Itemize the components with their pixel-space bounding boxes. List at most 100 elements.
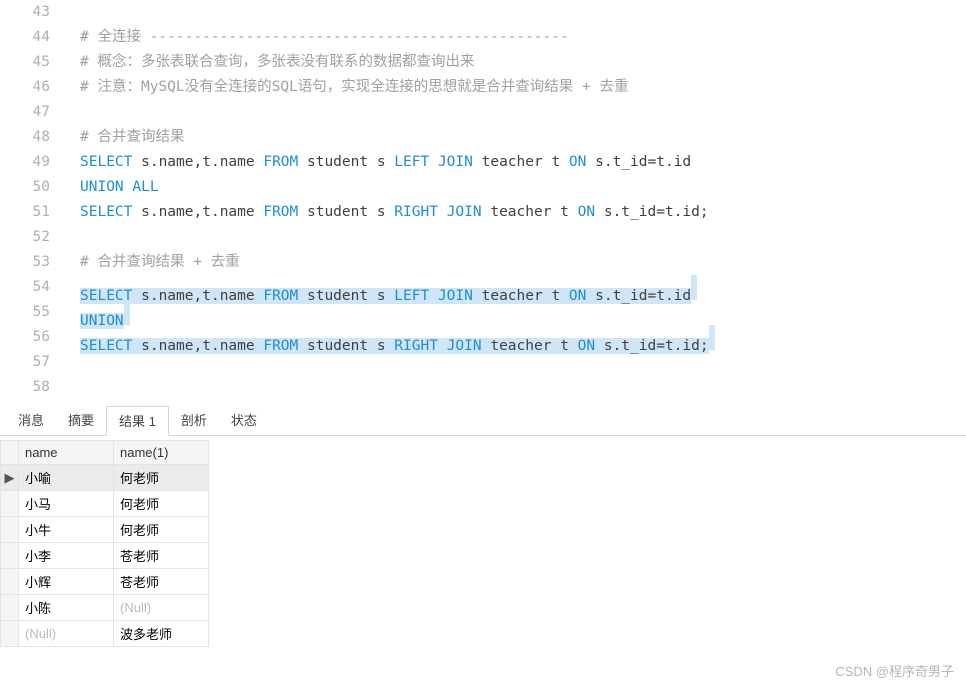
sql-keyword: JOIN: [438, 154, 473, 170]
cell[interactable]: 小牛: [19, 517, 114, 543]
grid-header-row: namename(1): [1, 441, 209, 465]
line-number: 49: [0, 150, 62, 175]
code-line[interactable]: 56SELECT s.name,t.name FROM student s RI…: [0, 325, 966, 350]
code-content[interactable]: # 合并查询结果: [62, 125, 966, 150]
code-editor[interactable]: 4344# 全连接 ------------------------------…: [0, 0, 966, 400]
sql-keyword: ON: [569, 154, 586, 170]
cell[interactable]: (Null): [114, 595, 209, 621]
sql-keyword: FROM: [263, 204, 298, 220]
cell[interactable]: 何老师: [114, 465, 209, 491]
code-content[interactable]: # 注意：MySQL没有全连接的SQL语句，实现全连接的思想就是合并查询结果 +…: [62, 75, 966, 100]
sql-keyword: SELECT: [80, 204, 132, 220]
code-line[interactable]: 53# 合并查询结果 + 去重: [0, 250, 966, 275]
code-line[interactable]: 57: [0, 350, 966, 375]
sql-comment: # 全连接 ----------------------------------…: [80, 29, 569, 45]
code-line[interactable]: 54SELECT s.name,t.name FROM student s LE…: [0, 275, 966, 300]
code-line[interactable]: 55UNION: [0, 300, 966, 325]
column-header[interactable]: name: [19, 441, 114, 465]
row-handle[interactable]: [1, 517, 19, 543]
table-row[interactable]: 小牛何老师: [1, 517, 209, 543]
code-line[interactable]: 47: [0, 100, 966, 125]
table-row[interactable]: (Null)波多老师: [1, 621, 209, 647]
sql-text: [438, 204, 447, 220]
sql-keyword: RIGHT: [394, 204, 438, 220]
code-content[interactable]: # 概念：多张表联合查询，多张表没有联系的数据都查询出来: [62, 50, 966, 75]
sql-text: teacher t: [473, 154, 569, 170]
line-number: 52: [0, 225, 62, 250]
table-row[interactable]: 小马何老师: [1, 491, 209, 517]
cell[interactable]: 小喻: [19, 465, 114, 491]
sql-keyword: FROM: [263, 154, 298, 170]
sql-text: s.name,t.name: [132, 154, 263, 170]
code-line[interactable]: 49SELECT s.name,t.name FROM student s LE…: [0, 150, 966, 175]
sql-comment: # 概念：多张表联合查询，多张表没有联系的数据都查询出来: [80, 54, 474, 70]
sql-text: s.name,t.name: [132, 204, 263, 220]
cell[interactable]: (Null): [19, 621, 114, 647]
code-content[interactable]: SELECT s.name,t.name FROM student s RIGH…: [62, 325, 966, 350]
cell[interactable]: 何老师: [114, 491, 209, 517]
column-header[interactable]: name(1): [114, 441, 209, 465]
code-content[interactable]: SELECT s.name,t.name FROM student s LEFT…: [62, 150, 966, 175]
line-number: 51: [0, 200, 62, 225]
code-content[interactable]: UNION ALL: [62, 175, 966, 200]
table-row[interactable]: 小陈(Null): [1, 595, 209, 621]
cell[interactable]: 小陈: [19, 595, 114, 621]
code-line[interactable]: 52: [0, 225, 966, 250]
sql-keyword: SELECT: [80, 154, 132, 170]
code-content[interactable]: SELECT s.name,t.name FROM student s RIGH…: [62, 200, 966, 225]
code-content[interactable]: [62, 375, 966, 400]
row-handle[interactable]: [1, 491, 19, 517]
sql-comment: # 合并查询结果: [80, 129, 184, 145]
tab-摘要[interactable]: 摘要: [56, 406, 106, 435]
code-content[interactable]: [62, 100, 966, 125]
table-row[interactable]: 小李苍老师: [1, 543, 209, 569]
tab-状态[interactable]: 状态: [219, 406, 269, 435]
cell[interactable]: 苍老师: [114, 569, 209, 595]
watermark: CSDN @程序奇男子: [835, 661, 954, 680]
line-number: 46: [0, 75, 62, 100]
cell[interactable]: 小李: [19, 543, 114, 569]
cell[interactable]: 小辉: [19, 569, 114, 595]
tab-消息[interactable]: 消息: [6, 406, 56, 435]
cell[interactable]: 波多老师: [114, 621, 209, 647]
code-line[interactable]: 58: [0, 375, 966, 400]
row-handle[interactable]: [1, 569, 19, 595]
code-line[interactable]: 44# 全连接 --------------------------------…: [0, 25, 966, 50]
row-handle-header: [1, 441, 19, 465]
sql-keyword: UNION: [80, 179, 124, 195]
code-content[interactable]: # 全连接 ----------------------------------…: [62, 25, 966, 50]
line-number: 58: [0, 375, 62, 400]
code-line[interactable]: 50UNION ALL: [0, 175, 966, 200]
sql-keyword: JOIN: [447, 204, 482, 220]
code-content[interactable]: [62, 0, 966, 25]
row-handle[interactable]: [1, 595, 19, 621]
sql-keyword: ON: [578, 204, 595, 220]
code-content[interactable]: [62, 350, 966, 375]
code-content[interactable]: UNION: [62, 300, 966, 325]
code-line[interactable]: 45# 概念：多张表联合查询，多张表没有联系的数据都查询出来: [0, 50, 966, 75]
line-number: 43: [0, 0, 62, 25]
code-line[interactable]: 51SELECT s.name,t.name FROM student s RI…: [0, 200, 966, 225]
sql-comment: # 注意：MySQL没有全连接的SQL语句，实现全连接的思想就是合并查询结果 +…: [80, 79, 628, 95]
result-grid[interactable]: namename(1)▶小喻何老师小马何老师小牛何老师小李苍老师小辉苍老师小陈(…: [0, 440, 209, 647]
code-line[interactable]: 46 # 注意：MySQL没有全连接的SQL语句，实现全连接的思想就是合并查询结果…: [0, 75, 966, 100]
sql-text: s.t_id=t.id: [586, 154, 691, 170]
sql-keyword: ALL: [132, 179, 158, 195]
cell[interactable]: 小马: [19, 491, 114, 517]
cell[interactable]: 何老师: [114, 517, 209, 543]
tab-剖析[interactable]: 剖析: [169, 406, 219, 435]
code-line[interactable]: 48# 合并查询结果: [0, 125, 966, 150]
table-row[interactable]: ▶小喻何老师: [1, 465, 209, 491]
row-handle[interactable]: [1, 543, 19, 569]
row-handle[interactable]: ▶: [1, 465, 19, 491]
tab-结果 1[interactable]: 结果 1: [106, 406, 169, 436]
table-row[interactable]: 小辉苍老师: [1, 569, 209, 595]
line-number: 47: [0, 100, 62, 125]
code-content[interactable]: # 合并查询结果 + 去重: [62, 250, 966, 275]
code-content[interactable]: [62, 225, 966, 250]
row-handle[interactable]: [1, 621, 19, 647]
code-content[interactable]: SELECT s.name,t.name FROM student s LEFT…: [62, 275, 966, 300]
code-line[interactable]: 43: [0, 0, 966, 25]
line-number: 57: [0, 350, 62, 375]
cell[interactable]: 苍老师: [114, 543, 209, 569]
